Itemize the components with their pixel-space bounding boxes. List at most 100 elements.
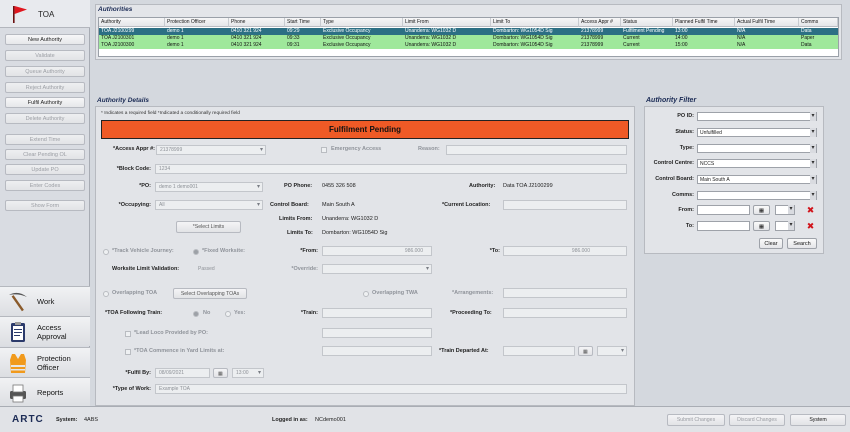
system-label: System: bbox=[56, 417, 78, 423]
enter-codes-button[interactable]: Enter Codes bbox=[5, 180, 85, 191]
current-location-field[interactable] bbox=[503, 200, 627, 210]
filter-comms-select[interactable] bbox=[697, 191, 817, 200]
filter-search-button[interactable]: Search bbox=[787, 238, 817, 249]
following-yes-label: Yes: bbox=[234, 310, 246, 316]
table-cell: demo 1 bbox=[167, 28, 184, 34]
to-field[interactable]: 986.000 bbox=[503, 246, 627, 256]
table-cell: TOA J2100299 bbox=[101, 28, 135, 34]
select-overlapping-button[interactable]: Select Overlapping TOAs bbox=[173, 288, 247, 299]
access-appr-select[interactable]: 21378999 bbox=[156, 145, 266, 155]
filter-to-time[interactable] bbox=[775, 221, 795, 231]
logged-in-value: NCdemo001 bbox=[315, 417, 346, 423]
following-no-label: No bbox=[203, 310, 211, 316]
reject-authority-button[interactable]: Reject Authority bbox=[5, 82, 85, 93]
filter-to-clear-icon[interactable]: ✖ bbox=[805, 221, 816, 231]
clear-pending-ol-button[interactable]: Clear Pending OL bbox=[5, 149, 85, 160]
train-departed-calendar-icon[interactable]: ▦ bbox=[578, 346, 593, 356]
table-cell: Dombarton: WG1054D Sig bbox=[493, 28, 553, 34]
toa-commence-label: *TOA Commence in Yard Limits at: bbox=[134, 348, 225, 354]
type-of-work-field[interactable]: Example TOA bbox=[155, 384, 627, 394]
fulfil-by-time[interactable]: 13:00 bbox=[232, 368, 264, 378]
col-phone[interactable]: Phone bbox=[229, 18, 285, 27]
filter-status-select[interactable]: Unfulfilled bbox=[697, 128, 817, 137]
fixed-worksite-radio[interactable] bbox=[193, 249, 199, 255]
discard-changes-button[interactable]: Discard Changes bbox=[729, 414, 785, 426]
nav-reports[interactable]: Reports bbox=[0, 377, 90, 407]
from-field[interactable]: 986.000 bbox=[322, 246, 432, 256]
new-authority-button[interactable]: New Authority bbox=[5, 34, 85, 45]
filter-from-time[interactable] bbox=[775, 205, 795, 215]
access-appr-label: *Access Appr #: bbox=[113, 146, 155, 152]
col-protection-officer[interactable]: Protection Officer bbox=[165, 18, 229, 27]
toa-commence-field[interactable] bbox=[322, 346, 432, 356]
limits-to-label: Limits To: bbox=[287, 230, 313, 236]
overlapping-twa-checkbox[interactable] bbox=[363, 291, 369, 297]
filter-control-board-label: Control Board: bbox=[655, 176, 694, 182]
col-status[interactable]: Status bbox=[621, 18, 673, 27]
following-no-radio[interactable] bbox=[193, 311, 199, 317]
proceeding-field[interactable] bbox=[503, 308, 627, 318]
filter-control-centre-select[interactable]: NCCS bbox=[697, 159, 817, 168]
override-select[interactable] bbox=[322, 264, 432, 274]
table-cell: 09:33 bbox=[287, 35, 300, 41]
filter-clear-button[interactable]: Clear bbox=[759, 238, 783, 249]
col-start-time[interactable]: Start Time bbox=[285, 18, 321, 27]
following-yes-radio[interactable] bbox=[225, 311, 231, 317]
filter-to-calendar-icon[interactable]: ▦ bbox=[753, 221, 770, 231]
track-vehicle-radio[interactable] bbox=[103, 249, 109, 255]
validate-button[interactable]: Validate bbox=[5, 50, 85, 61]
col-limit-to[interactable]: Limit To bbox=[491, 18, 579, 27]
train-label: *Train: bbox=[300, 310, 318, 316]
select-limits-button[interactable]: *Select Limits bbox=[176, 221, 241, 233]
filter-po-id-select[interactable] bbox=[697, 112, 817, 121]
reason-field[interactable] bbox=[446, 145, 627, 155]
occupying-select[interactable]: All bbox=[155, 200, 263, 210]
filter-to-label: To: bbox=[685, 223, 694, 229]
filter-from-date[interactable] bbox=[697, 205, 750, 215]
filter-to-date[interactable] bbox=[697, 221, 750, 231]
block-code-label: *Block Code: bbox=[116, 166, 151, 172]
filter-from-clear-icon[interactable]: ✖ bbox=[805, 205, 816, 215]
nav-access-approval[interactable]: Access Approval bbox=[0, 316, 90, 346]
block-code-field[interactable]: 1234 bbox=[155, 164, 627, 174]
overlapping-toa-checkbox[interactable] bbox=[103, 291, 109, 297]
toa-commence-checkbox[interactable] bbox=[125, 349, 131, 355]
lead-loco-checkbox[interactable] bbox=[125, 331, 131, 337]
arrangements-field[interactable] bbox=[503, 288, 627, 298]
col-access-appr[interactable]: Access Appr # bbox=[579, 18, 621, 27]
system-button[interactable]: System bbox=[790, 414, 846, 426]
fulfil-by-calendar-icon[interactable]: ▦ bbox=[213, 368, 228, 378]
train-field[interactable] bbox=[322, 308, 432, 318]
queue-authority-button[interactable]: Queue Authority bbox=[5, 66, 85, 77]
lead-loco-field[interactable] bbox=[322, 328, 432, 338]
reports-icon bbox=[10, 384, 26, 403]
col-limit-from[interactable]: Limit From bbox=[403, 18, 491, 27]
col-type[interactable]: Type bbox=[321, 18, 403, 27]
train-departed-date[interactable] bbox=[503, 346, 575, 356]
update-po-button[interactable]: Update PO bbox=[5, 164, 85, 175]
po-select[interactable]: demo 1 demo001 bbox=[155, 182, 263, 192]
table-row[interactable]: TOA J2100301 demo 1 0410 321 924 09:33 Exclu… bbox=[99, 35, 838, 42]
col-actual-fulfil[interactable]: Actual Fulfil Time bbox=[735, 18, 799, 27]
filter-control-board-select[interactable]: Main South A bbox=[697, 175, 817, 184]
col-authority[interactable]: Authority bbox=[99, 18, 165, 27]
filter-type-select[interactable] bbox=[697, 144, 817, 153]
col-comms[interactable]: Comms bbox=[799, 18, 838, 27]
limits-from-label: Limits From: bbox=[279, 216, 313, 222]
emergency-access-checkbox[interactable] bbox=[321, 147, 327, 153]
table-row[interactable]: TOA J2100300 demo 1 0410 321 924 09:31 Exclu… bbox=[99, 42, 838, 49]
train-departed-time[interactable] bbox=[597, 346, 627, 356]
show-form-button[interactable]: Show Form bbox=[5, 200, 85, 211]
worksite-limit-value: Passed bbox=[198, 266, 215, 272]
fulfil-authority-button[interactable]: Fulfil Authority bbox=[5, 97, 85, 108]
filter-from-calendar-icon[interactable]: ▦ bbox=[753, 205, 770, 215]
nav-protection-officer[interactable]: Protection Officer bbox=[0, 347, 90, 377]
table-row[interactable]: TOA J2100299 demo 1 0410 321 924 09:29 Exclu… bbox=[99, 28, 838, 35]
extend-time-button[interactable]: Extend Time bbox=[5, 134, 85, 145]
submit-changes-button[interactable]: Submit Changes bbox=[667, 414, 725, 426]
fulfil-by-date[interactable]: 08/09/2021 bbox=[155, 368, 210, 378]
arrangements-label: *Arrangements: bbox=[452, 290, 494, 296]
delete-authority-button[interactable]: Delete Authority bbox=[5, 113, 85, 124]
nav-work[interactable]: Work bbox=[0, 286, 90, 316]
col-planned-fulfil[interactable]: Planned Fulfil Time bbox=[673, 18, 735, 27]
